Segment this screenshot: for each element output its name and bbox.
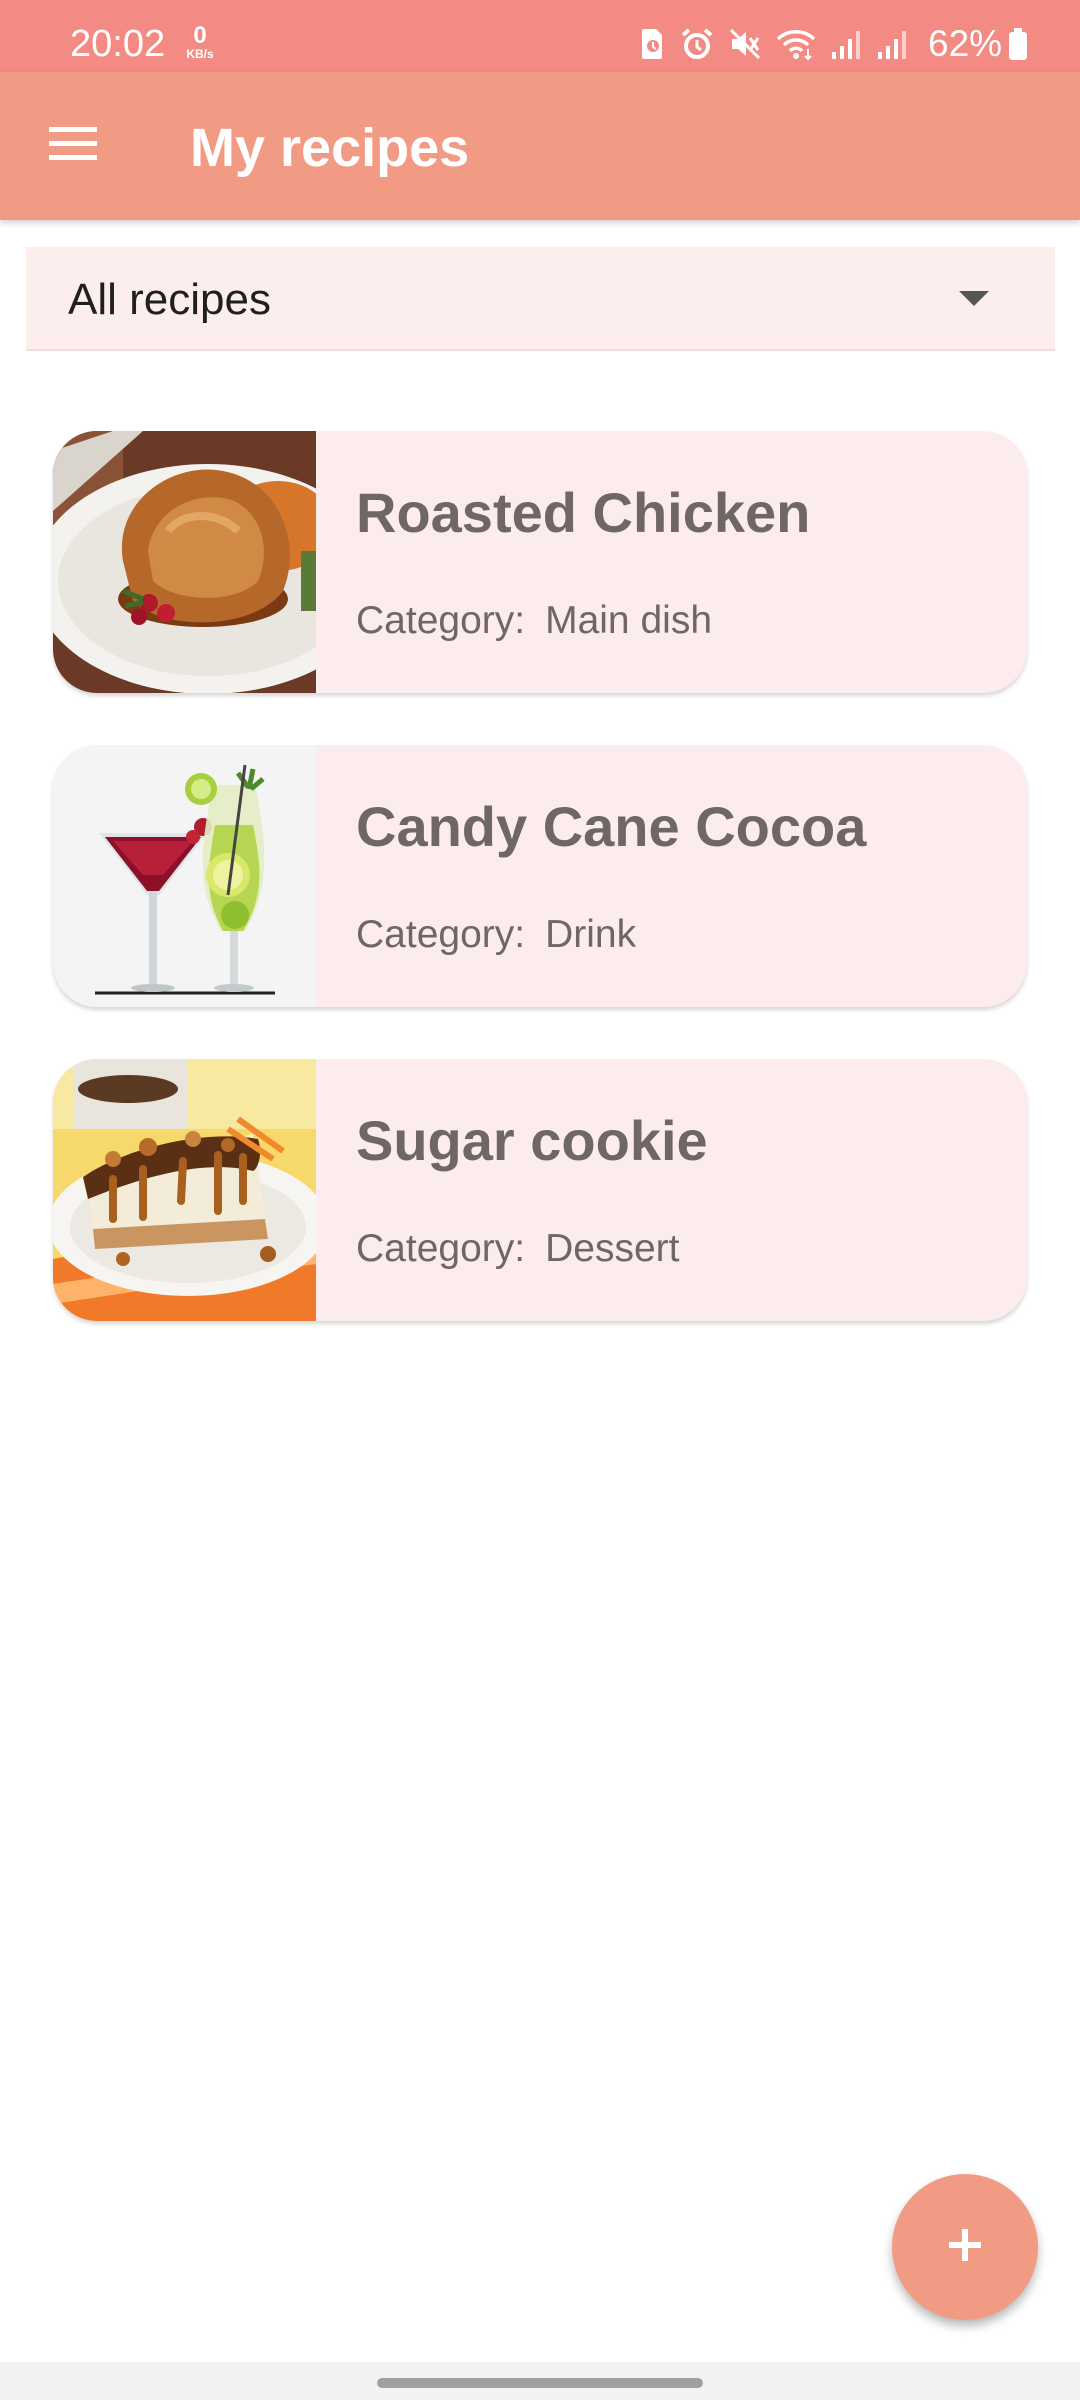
recipe-card[interactable]: Candy Cane Cocoa Category: Drink xyxy=(53,745,1027,1007)
recipe-card[interactable]: Roasted Chicken Category: Main dish xyxy=(53,431,1027,693)
sim-status-icon xyxy=(640,27,666,61)
recipe-image xyxy=(53,745,316,1007)
cocktails-photo xyxy=(53,745,316,1007)
network-speed: 0 KB/s xyxy=(180,22,220,61)
home-gesture-handle[interactable] xyxy=(377,2378,703,2388)
category-label: Category: xyxy=(356,599,526,642)
dropdown-arrow-icon xyxy=(959,291,989,306)
network-speed-unit: KB/s xyxy=(186,47,214,61)
battery-icon xyxy=(1008,27,1028,61)
category-label: Category: xyxy=(356,913,526,956)
app-bar: My recipes xyxy=(0,72,1080,220)
category-label: Category: xyxy=(356,1227,526,1270)
category-value: Main dish xyxy=(545,599,713,642)
network-speed-value: 0 xyxy=(193,22,207,49)
filter-selected-value: All recipes xyxy=(68,275,271,324)
caramel-cheesecake-photo xyxy=(53,1059,316,1321)
recipe-category: Category: Dessert xyxy=(356,1227,679,1271)
status-time: 20:02 xyxy=(70,23,166,65)
recipe-image xyxy=(53,431,316,693)
recipe-category: Category: Drink xyxy=(356,913,636,957)
battery-percent: 62% xyxy=(928,23,1003,64)
alarm-icon xyxy=(680,27,714,61)
page-title: My recipes xyxy=(190,118,470,178)
category-value: Drink xyxy=(545,913,637,956)
recipe-category: Category: Main dish xyxy=(356,599,712,643)
add-recipe-button[interactable] xyxy=(892,2174,1038,2320)
category-filter-dropdown[interactable]: All recipes xyxy=(26,247,1055,351)
signal-icon xyxy=(876,28,908,60)
recipe-name: Candy Cane Cocoa xyxy=(356,795,867,858)
signal-icon xyxy=(830,28,862,60)
status-icons: 62% xyxy=(640,24,1028,64)
recipe-card[interactable]: Sugar cookie Category: Dessert xyxy=(53,1059,1027,1321)
system-navigation-bar xyxy=(0,2362,1080,2400)
mute-icon xyxy=(728,27,762,61)
status-bar: 20:02 0 KB/s 62% xyxy=(0,0,1080,72)
plus-icon xyxy=(945,2225,985,2270)
recipe-image xyxy=(53,1059,316,1321)
hamburger-menu-icon xyxy=(47,124,99,169)
menu-button[interactable] xyxy=(30,110,116,182)
wifi-icon xyxy=(776,27,816,61)
category-value: Dessert xyxy=(545,1227,680,1270)
recipe-name: Roasted Chicken xyxy=(356,481,811,544)
roasted-chicken-photo xyxy=(53,431,316,693)
recipe-name: Sugar cookie xyxy=(356,1109,708,1172)
